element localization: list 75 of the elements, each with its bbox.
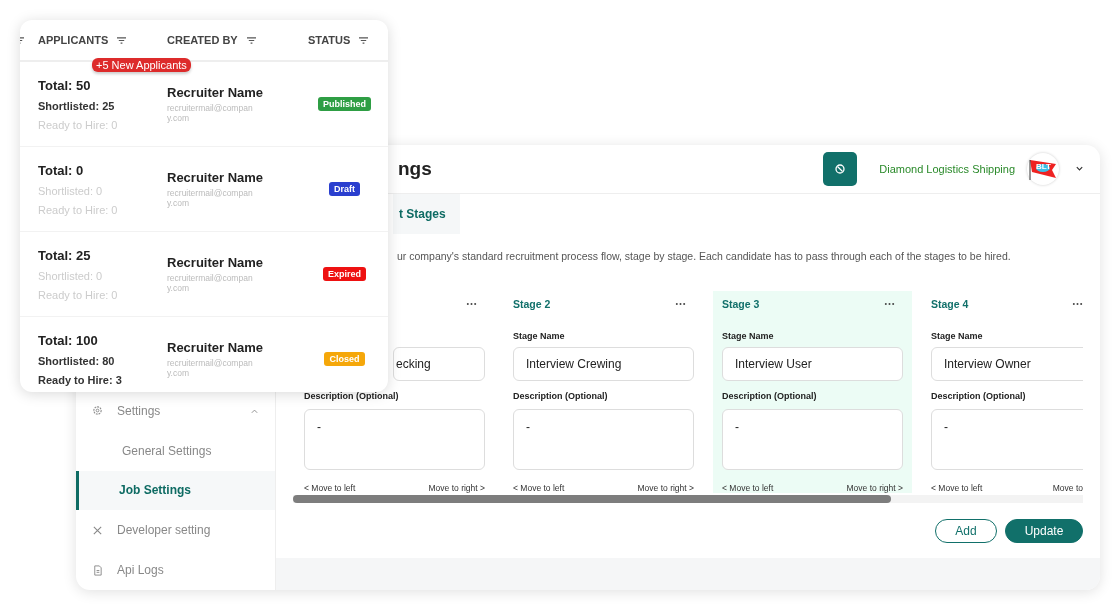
recruiter-email: recruitermail@company.com [167,359,254,378]
field-label: Stage Name [722,331,774,341]
total-count: Total: 25 [38,247,92,263]
page-title: ngs [398,158,433,180]
toolbar-button[interactable] [823,152,858,186]
filter-icon[interactable] [358,35,370,45]
field-label: Description (Optional) [722,391,817,401]
column-header: STATUS [308,34,351,46]
field-label: Description (Optional) [304,391,399,401]
field-label: Stage Name [513,331,565,341]
sidebar-item[interactable]: Api Logs [76,550,275,590]
stage-name-field[interactable]: Interview Crewing [513,347,694,381]
tools-icon [92,524,103,536]
recruiter-email: recruitermail@company.com [167,274,254,293]
company-name: Diamond Logistics Shipping [879,163,1015,175]
chevron-icon [250,407,259,414]
field-label: Description (Optional) [513,391,608,401]
add-button[interactable]: Add [935,519,997,543]
chevron-icon [1075,166,1084,172]
tab[interactable]: t Stages [393,194,460,234]
scrollbar[interactable] [293,495,1083,503]
filter-icon[interactable] [245,35,257,45]
field-label: Description (Optional) [931,391,1026,401]
move-left-link[interactable]: < Move to left [513,483,565,493]
sidebar-item[interactable]: Developer setting [76,510,275,551]
new-applicants-badge: +5 New Applicants [92,57,191,72]
sidebar-subitem[interactable]: Job Settings [76,470,275,511]
applicant-stat: Shortlisted: 80 [38,354,116,367]
move-right-link[interactable]: Move to right > [846,483,903,493]
status-badge: Published [318,97,371,111]
recruiter-name: Recruiter Name [167,85,265,101]
move-right-link[interactable]: Move to [1052,483,1083,493]
total-count: Total: 50 [38,77,92,93]
description-field[interactable]: - [931,409,1083,470]
stage-name-field[interactable]: Interview User [722,347,903,381]
move-right-link[interactable]: Move to right > [428,483,485,493]
stage-title: Stage 4 [931,298,969,310]
stage-title: Stage 3 [722,298,760,310]
more-icon[interactable] [1072,302,1083,306]
recruiter-name: Recruiter Name [167,170,265,186]
recruiter-name: Recruiter Name [167,255,265,271]
total-count: Total: 0 [38,162,85,178]
more-icon[interactable] [675,302,686,306]
status-badge: Expired [323,267,366,281]
gear-icon [92,405,103,417]
stage-name-field[interactable]: Interview Owner [931,347,1083,381]
applicant-stat: Ready to Hire: 3 [38,373,123,386]
stage-title: Stage 2 [513,298,551,310]
total-count: Total: 100 [38,332,99,348]
sidebar-subitem[interactable]: General Settings [76,430,275,471]
status-badge: Closed [324,352,365,366]
field-label: Stage Name [931,331,983,341]
more-icon[interactable] [466,302,477,306]
recruiter-name: Recruiter Name [167,340,265,356]
recruiter-email: recruitermail@company.com [167,189,254,208]
column-header: APPLICANTS [38,34,109,46]
sidebar-item[interactable]: Settings [76,390,275,431]
applicant-stat: Shortlisted: 25 [38,99,116,112]
move-left-link[interactable]: < Move to left [304,483,356,493]
column-header: CREATED BY [167,34,238,46]
move-right-link[interactable]: Move to right > [637,483,694,493]
filter-icon[interactable] [116,35,128,45]
recruiter-email: recruitermail@company.com [167,104,254,123]
update-button[interactable]: Update [1005,519,1083,543]
description-field[interactable]: - [304,409,485,470]
stage-name-field[interactable]: ecking [393,347,485,381]
move-left-link[interactable]: < Move to left [722,483,774,493]
description-field[interactable]: - [513,409,694,470]
description-text: ur company's standard recruitment process flow, stage by stage. Each candidate has to pass through each of the stages to be hired. [397,250,1012,264]
move-left-link[interactable]: < Move to left [931,483,983,493]
more-icon[interactable] [884,302,895,306]
document-icon [92,564,103,576]
status-badge: Draft [329,182,360,196]
description-field[interactable]: - [722,409,903,470]
prohibited-icon [834,163,847,175]
